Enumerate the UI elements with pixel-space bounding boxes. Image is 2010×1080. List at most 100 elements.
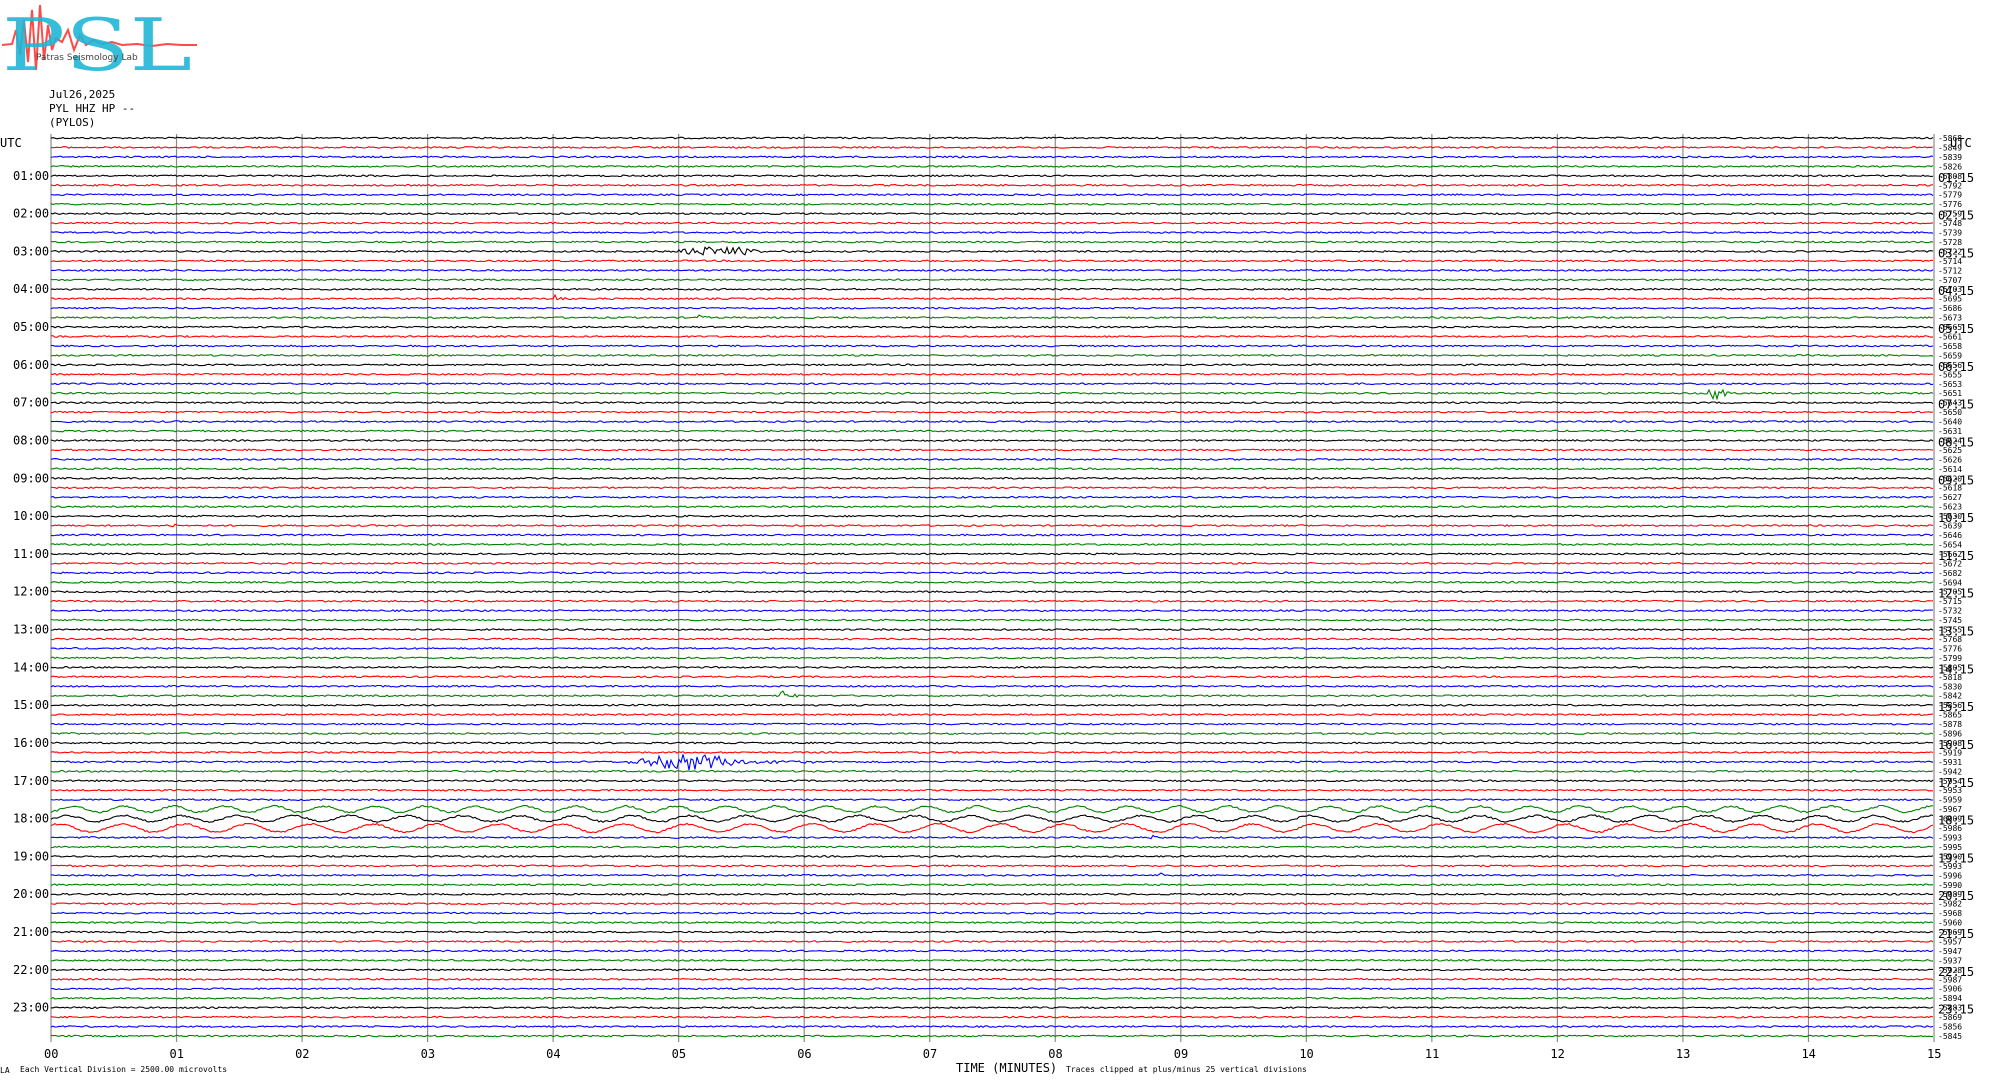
right-hour-label: 06:15 [1938, 360, 1974, 374]
trace-group [50, 136, 1934, 1038]
trace-line [50, 1006, 1934, 1010]
trace-line [50, 335, 1934, 338]
right-hour-label: 21:15 [1938, 927, 1974, 941]
trace-line [50, 911, 1934, 915]
trace-offset-label: -5682 [1938, 569, 1962, 578]
trace-line [50, 457, 1934, 461]
x-tick-label: 13 [1676, 1047, 1690, 1061]
right-hour-label: 15:15 [1938, 700, 1974, 714]
left-utc-title: UTC [0, 136, 22, 150]
trace-line [50, 822, 1934, 834]
trace-line [50, 495, 1934, 499]
trace-line [50, 505, 1934, 509]
trace-line [50, 259, 1934, 263]
trace-line [50, 930, 1934, 934]
trace-line [50, 750, 1934, 754]
right-hour-label: 11:15 [1938, 549, 1974, 563]
trace-offset-label: -5712 [1938, 266, 1962, 275]
trace-line [50, 732, 1934, 735]
trace-offset-label: -5959 [1938, 796, 1962, 805]
left-hour-label: 16:00 [13, 736, 49, 750]
trace-line [50, 420, 1934, 424]
left-hour-label: 13:00 [13, 623, 49, 637]
trace-offset-label: -5931 [1938, 758, 1962, 767]
x-tick-label: 08 [1048, 1047, 1062, 1061]
left-hour-label: 01:00 [13, 169, 49, 183]
trace-offset-label: -5996 [1938, 871, 1962, 880]
trace-line [50, 590, 1934, 594]
trace-line [50, 287, 1934, 291]
x-tick-label: 05 [672, 1047, 686, 1061]
trace-line [50, 675, 1934, 679]
right-hour-label: 02:15 [1938, 209, 1974, 223]
trace-line [50, 164, 1934, 168]
trace-line [50, 155, 1934, 159]
trace-line [50, 769, 1934, 773]
x-tick-label: 12 [1550, 1047, 1564, 1061]
trace-offset-label: -5947 [1938, 947, 1962, 956]
trace-line [50, 741, 1934, 745]
trace-offset-label: -5640 [1938, 418, 1962, 427]
trace-line [50, 703, 1934, 707]
trace-line [50, 212, 1934, 216]
trace-line [50, 1025, 1934, 1028]
left-hour-label: 02:00 [13, 207, 49, 221]
trace-offset-label: -5856 [1938, 1023, 1962, 1032]
trace-line [50, 202, 1933, 206]
trace-offset-label: -5868 [1938, 134, 1962, 143]
left-hour-label: 17:00 [13, 774, 49, 788]
trace-line [50, 883, 1934, 887]
right-hour-label: 16:15 [1938, 738, 1974, 752]
trace-line [50, 571, 1934, 575]
trace-line [50, 690, 1934, 698]
trace-offset-label: -5878 [1938, 720, 1962, 729]
right-hour-label: 22:15 [1938, 965, 1974, 979]
trace-line [50, 902, 1934, 906]
x-tick-label: 15 [1927, 1047, 1941, 1061]
right-hour-label: 23:15 [1938, 1003, 1974, 1017]
left-hour-label: 21:00 [13, 925, 49, 939]
axis-labels: UTC UTC TIME (MINUTES) Each Vertical Div… [0, 134, 1974, 1075]
trace-line [50, 325, 1933, 329]
x-tick-label: 04 [546, 1047, 560, 1061]
left-hour-label: 09:00 [13, 471, 49, 485]
left-hour-label: 03:00 [13, 244, 49, 258]
left-hour-label: 20:00 [13, 887, 49, 901]
trace-line [50, 754, 1934, 771]
trace-line [50, 221, 1934, 225]
trace-line [50, 987, 1934, 991]
right-hour-label: 17:15 [1938, 776, 1974, 790]
trace-line [50, 949, 1934, 953]
helicorder-plot: UTC UTC TIME (MINUTES) Each Vertical Div… [0, 134, 1974, 1075]
left-hour-label: 22:00 [13, 963, 49, 977]
left-hour-label: 10:00 [13, 509, 49, 523]
trace-line [50, 599, 1934, 603]
trace-offset-label: -5732 [1938, 607, 1962, 616]
trace-line [50, 183, 1934, 187]
trace-line [50, 864, 1934, 868]
left-hour-label: 06:00 [13, 358, 49, 372]
scale-note: Each Vertical Division = 2500.00 microvo… [20, 1065, 227, 1074]
trace-line [50, 798, 1934, 802]
right-hour-label: 03:15 [1938, 246, 1974, 260]
trace-offset-label: -5968 [1938, 909, 1962, 918]
right-hour-label: 20:15 [1938, 889, 1974, 903]
trace-line [50, 306, 1934, 310]
x-tick-label: 11 [1425, 1047, 1439, 1061]
trace-line [50, 543, 1934, 546]
trace-line [50, 977, 1934, 981]
right-hour-label: 04:15 [1938, 284, 1974, 298]
trace-line [51, 968, 1933, 972]
trace-offset-label: -5830 [1938, 682, 1962, 691]
trace-line [50, 230, 1934, 235]
trace-line [50, 439, 1934, 442]
left-hour-label: 19:00 [13, 849, 49, 863]
right-hour-label: 19:15 [1938, 851, 1974, 865]
trace-offset-label: -5776 [1938, 644, 1962, 653]
trace-line [50, 401, 1934, 405]
trace-line [50, 788, 1934, 792]
trace-line [50, 580, 1934, 584]
trace-line [50, 713, 1934, 717]
trace-line [50, 533, 1934, 537]
trace-offset-label: -5845 [1938, 1032, 1962, 1041]
